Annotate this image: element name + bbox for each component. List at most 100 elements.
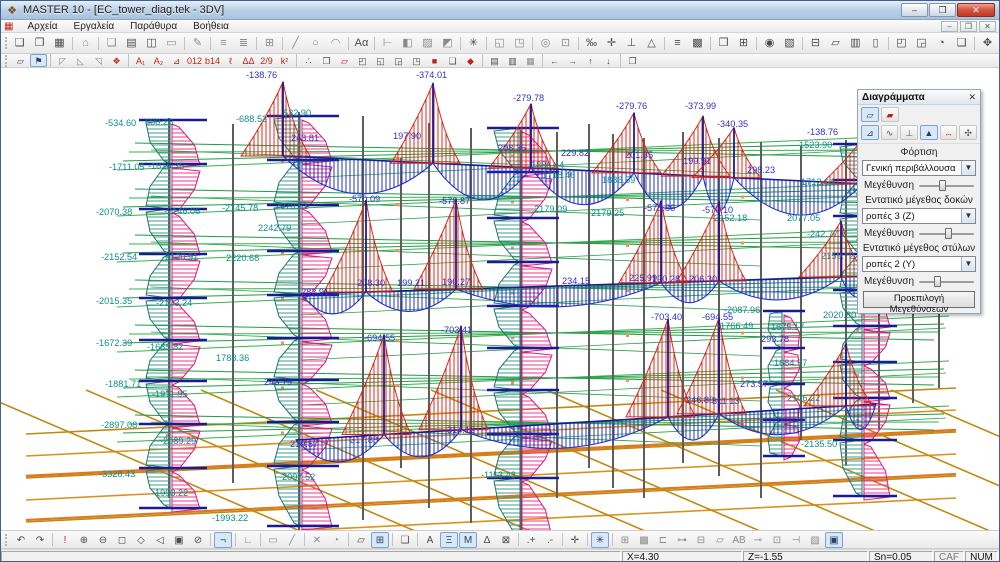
- table-export-icon[interactable]: ▦: [522, 54, 539, 67]
- case-4-icon[interactable]: ◳: [408, 54, 425, 67]
- assign-icon[interactable]: ≡: [668, 34, 687, 52]
- mdi-close-button[interactable]: ✕: [979, 21, 996, 32]
- menu-help[interactable]: Βοήθεια: [185, 21, 237, 32]
- zoom-dynamic-icon[interactable]: ◇: [132, 532, 150, 548]
- mesh-icon[interactable]: ▧: [780, 34, 799, 52]
- red-plane-icon[interactable]: ▱: [336, 54, 353, 67]
- open-icon[interactable]: ❐: [30, 34, 49, 52]
- standards-icon[interactable]: ⌂: [76, 34, 95, 52]
- case-2-icon[interactable]: ◱: [372, 54, 389, 67]
- vector-icon[interactable]: k²: [276, 54, 293, 67]
- load-case-combo[interactable]: Γενική περιβάλλουσα ▼: [862, 160, 976, 176]
- show-diagrams-icon[interactable]: ▱: [861, 107, 879, 122]
- grid-snap-icon[interactable]: ⊞: [616, 532, 634, 548]
- export-view-icon[interactable]: ◱: [490, 34, 509, 52]
- notes-icon[interactable]: ❏: [952, 34, 971, 52]
- zoom-previous-icon[interactable]: ◁: [151, 532, 169, 548]
- beam-zoom-slider[interactable]: [919, 233, 974, 235]
- import-view-icon[interactable]: ◳: [510, 34, 529, 52]
- hide-diagrams-icon[interactable]: ▰: [881, 107, 899, 122]
- undo-icon[interactable]: ↶: [12, 532, 30, 548]
- close-button[interactable]: ✕: [957, 3, 995, 17]
- slider-thumb[interactable]: [945, 228, 952, 239]
- nearest-icon[interactable]: ⊟: [692, 532, 710, 548]
- print-all-icon[interactable]: ❒: [714, 34, 733, 52]
- diagram-options-icon[interactable]: ✣: [959, 125, 977, 140]
- supports-icon[interactable]: ⊥: [622, 34, 641, 52]
- find-node-icon[interactable]: ✛: [602, 34, 621, 52]
- solid-view-icon[interactable]: ■: [426, 54, 443, 67]
- label-x-icon[interactable]: ⊠: [497, 532, 515, 548]
- ratio-icon[interactable]: 2/9: [258, 54, 275, 67]
- glass-view-icon[interactable]: ❏: [444, 54, 461, 67]
- dim-012-icon[interactable]: 012: [186, 54, 203, 67]
- edit-list-icon[interactable]: ≣: [234, 34, 253, 52]
- case-1-icon[interactable]: ◰: [354, 54, 371, 67]
- region-icon[interactable]: ◩: [438, 34, 457, 52]
- view-side-icon[interactable]: ◺: [72, 54, 89, 67]
- label-m-icon[interactable]: M: [459, 532, 477, 548]
- print-icon[interactable]: ▤: [122, 34, 141, 52]
- grid-icon[interactable]: ⊞: [260, 34, 279, 52]
- circle-icon[interactable]: ○: [306, 34, 325, 52]
- box-3d-icon[interactable]: ❒: [318, 54, 335, 67]
- snap-star-icon[interactable]: ✳: [591, 532, 609, 548]
- node-edit-icon[interactable]: ◲: [912, 34, 931, 52]
- sketch-icon[interactable]: ✎: [188, 34, 207, 52]
- chevron-down-icon[interactable]: ▼: [961, 257, 975, 271]
- text-icon[interactable]: Aα: [352, 34, 371, 52]
- beam-axial-icon[interactable]: ⊥: [900, 125, 918, 140]
- restore-button[interactable]: ❐: [929, 3, 956, 17]
- beam-quantity-combo[interactable]: ροπές 3 (Z) ▼: [862, 208, 976, 224]
- diagrams-panel-titlebar[interactable]: Διαγράμματα ✕: [858, 90, 980, 105]
- ortho-icon[interactable]: ▩: [635, 532, 653, 548]
- frame-edit-icon[interactable]: ◰: [892, 34, 911, 52]
- label-delta-icon[interactable]: Δ: [478, 532, 496, 548]
- menu-windows[interactable]: Παράθυρα: [122, 21, 185, 32]
- endpoint-icon[interactable]: ⊏: [654, 532, 672, 548]
- default-magnifications-button[interactable]: Προεπιλογή Μεγεθύνσεων: [863, 291, 975, 308]
- pan-left-icon[interactable]: ←: [546, 54, 563, 67]
- render-icon[interactable]: ◉: [760, 34, 779, 52]
- zoom-in-icon[interactable]: ⊕: [75, 532, 93, 548]
- load-zoom-slider[interactable]: [919, 185, 974, 187]
- wall-icon[interactable]: ▥: [846, 34, 865, 52]
- node-force-icon[interactable]: A₂: [150, 54, 167, 67]
- axial-arrows-icon[interactable]: ↔: [940, 125, 958, 140]
- mouse-mode-icon[interactable]: ✛: [566, 532, 584, 548]
- point-add-icon[interactable]: .+: [522, 532, 540, 548]
- protractor-icon[interactable]: ◔: [327, 532, 345, 548]
- palette-icon[interactable]: ❖: [108, 54, 125, 67]
- sheet-icon[interactable]: ▱: [352, 532, 370, 548]
- zoom-cancel-icon[interactable]: ⊘: [189, 532, 207, 548]
- parallel-icon[interactable]: ▱: [711, 532, 729, 548]
- view-front-icon[interactable]: ◸: [54, 54, 71, 67]
- title-bar[interactable]: ❖ MASTER 10 - [EC_tower_diag.tek - 3DV] …: [1, 1, 999, 20]
- zoom-out-icon[interactable]: ⊖: [94, 532, 112, 548]
- line-icon[interactable]: ╱: [286, 34, 305, 52]
- capture-icon[interactable]: ⊡: [556, 34, 575, 52]
- cube-view-icon[interactable]: ◆: [462, 54, 479, 67]
- pan-hand-icon[interactable]: ✥: [978, 34, 997, 52]
- drawing-area[interactable]: -138.76-374.01-279.78-279.76-373.99-340.…: [1, 68, 999, 530]
- save-icon[interactable]: ▦: [50, 34, 69, 52]
- print-preview-icon[interactable]: ◫: [142, 34, 161, 52]
- slab-icon[interactable]: ▱: [826, 34, 845, 52]
- section-icon[interactable]: ⊟: [806, 34, 825, 52]
- text-snap-icon[interactable]: AB: [730, 532, 748, 548]
- toolbar-grip[interactable]: [5, 55, 9, 67]
- pan-right-icon[interactable]: →: [564, 54, 581, 67]
- table-results-icon[interactable]: ▤: [486, 54, 503, 67]
- insert-list-icon[interactable]: ≡: [214, 34, 233, 52]
- dim-b14-icon[interactable]: b14: [204, 54, 221, 67]
- combine-icon[interactable]: ⊞: [734, 34, 753, 52]
- column-quantity-combo[interactable]: ροπές 2 (Y) ▼: [862, 256, 976, 272]
- perp-snap-icon[interactable]: ⊣: [787, 532, 805, 548]
- pan-down-icon[interactable]: ↓: [600, 54, 617, 67]
- page-setup-icon[interactable]: ▭: [162, 34, 181, 52]
- zoom-window-icon[interactable]: ◻: [113, 532, 131, 548]
- column-zoom-slider[interactable]: [919, 281, 974, 283]
- column-icon[interactable]: ▯: [866, 34, 885, 52]
- loads-icon[interactable]: △: [642, 34, 661, 52]
- redo-icon[interactable]: ↷: [31, 532, 49, 548]
